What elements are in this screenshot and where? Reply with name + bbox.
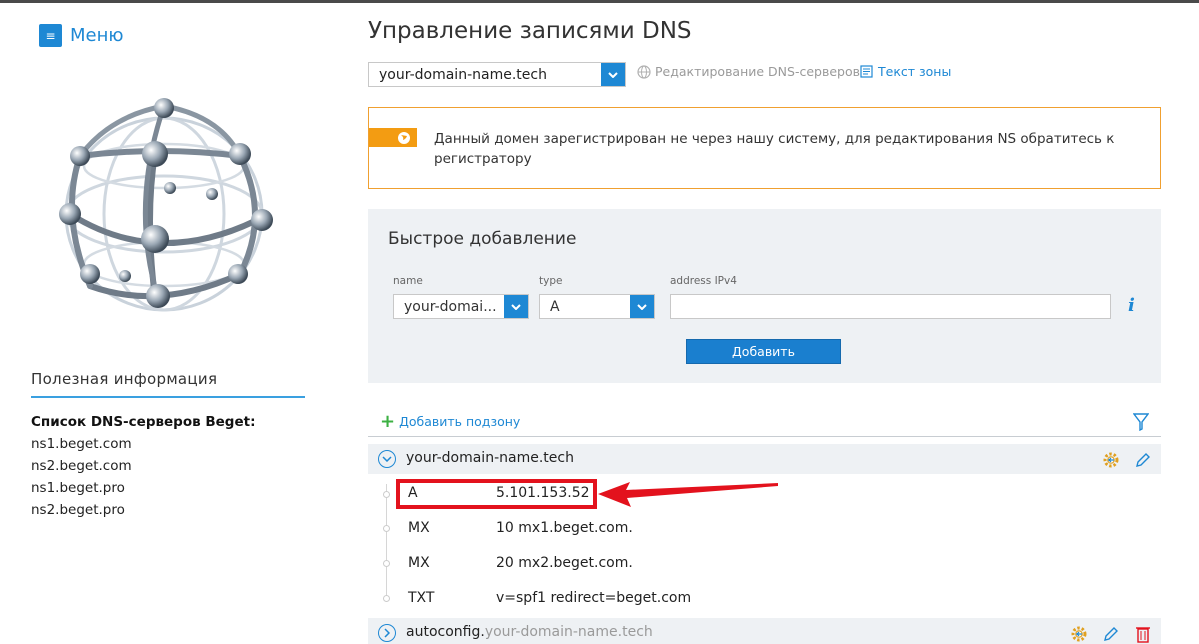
document-icon (860, 65, 873, 78)
type-label: type (539, 275, 563, 287)
ns-server-item: ns2.beget.pro (31, 502, 125, 518)
record-type: MX (408, 555, 430, 571)
record-value: 10 mx1.beget.com. (496, 520, 633, 536)
address-input[interactable] (670, 294, 1111, 319)
name-select[interactable]: your-domai... (393, 294, 529, 319)
zone-row[interactable]: autoconfig.your-domain-name.tech (368, 618, 1161, 644)
type-select-value: A (550, 298, 560, 315)
add-subzone-label: Добавить подзону (399, 414, 521, 429)
chevron-down-icon[interactable] (601, 63, 625, 86)
filter-icon[interactable] (1133, 413, 1149, 431)
quick-add-title: Быстрое добавление (388, 229, 577, 249)
edit-dns-servers-label: Редактирование DNS-серверов (655, 64, 860, 79)
zone-prefix: autoconfig. (406, 624, 485, 640)
name-select-value: your-domai... (404, 298, 497, 315)
type-select[interactable]: A (539, 294, 655, 319)
ns-server-item: ns1.beget.com (31, 436, 132, 452)
record-type: TXT (408, 590, 435, 606)
warning-notice: Данный домен зарегистрирован не через на… (368, 107, 1161, 189)
hamburger-icon: ≡ (39, 24, 62, 47)
info-icon[interactable]: i (1128, 295, 1135, 316)
edit-pencil-icon[interactable] (1134, 451, 1152, 469)
record-value: 20 mx2.beget.com. (496, 555, 633, 571)
name-label: name (393, 275, 423, 287)
dns-servers-list-title: Список DNS-серверов Beget: (31, 414, 256, 430)
globe-logo (59, 98, 273, 312)
warning-text: Данный домен зарегистрирован не через на… (434, 131, 1115, 167)
edit-pencil-icon[interactable] (1102, 625, 1120, 643)
address-label: address IPv4 (670, 275, 737, 287)
chevron-down-icon[interactable] (378, 450, 396, 468)
highlight-box (396, 479, 597, 509)
tree-node (383, 595, 390, 602)
zone-text-label: Текст зоны (878, 64, 952, 79)
zone-name: your-domain-name.tech (406, 450, 574, 466)
warning-tab (369, 128, 417, 147)
globe-icon (637, 64, 651, 79)
settings-gear-icon[interactable] (1102, 451, 1120, 469)
tree-node (383, 491, 390, 498)
zone-row[interactable]: your-domain-name.tech (368, 444, 1161, 474)
add-button[interactable]: Добавить (686, 339, 841, 364)
zone-suffix: your-domain-name.tech (484, 624, 653, 640)
plus-icon: + (380, 410, 396, 432)
chevron-down-icon[interactable] (504, 295, 528, 318)
quick-add-panel: Быстрое добавление name your-domai... ty… (368, 209, 1161, 383)
red-arrow-annotation (598, 482, 778, 507)
domain-select[interactable]: your-domain-name.tech (368, 62, 626, 87)
trash-icon[interactable] (1134, 625, 1152, 643)
settings-gear-icon[interactable] (1070, 625, 1088, 643)
add-subzone-link[interactable]: + Добавить подзону (380, 410, 521, 432)
domain-select-value: your-domain-name.tech (379, 66, 547, 83)
list-divider (368, 436, 1161, 437)
menu-label: Меню (70, 25, 124, 46)
ns-server-item: ns1.beget.pro (31, 480, 125, 496)
page-title: Управление записями DNS (368, 18, 692, 44)
record-value: v=spf1 redirect=beget.com (496, 590, 692, 606)
records-tree-line (386, 484, 387, 602)
zone-text-link[interactable]: Текст зоны (860, 64, 951, 79)
chevron-down-icon[interactable] (630, 295, 654, 318)
edit-dns-servers-link: Редактирование DNS-серверов (637, 64, 860, 79)
tree-node (383, 560, 390, 567)
record-type: MX (408, 520, 430, 536)
tree-node (383, 525, 390, 532)
zone-name: autoconfig.your-domain-name.tech (406, 624, 653, 640)
globe-icon (398, 131, 410, 144)
useful-info-divider (31, 396, 305, 398)
menu-button[interactable]: ≡ Меню (39, 24, 124, 47)
useful-info-title: Полезная информация (31, 370, 218, 388)
chevron-right-icon[interactable] (378, 624, 396, 642)
ns-server-item: ns2.beget.com (31, 458, 132, 474)
top-bar (0, 0, 1199, 3)
